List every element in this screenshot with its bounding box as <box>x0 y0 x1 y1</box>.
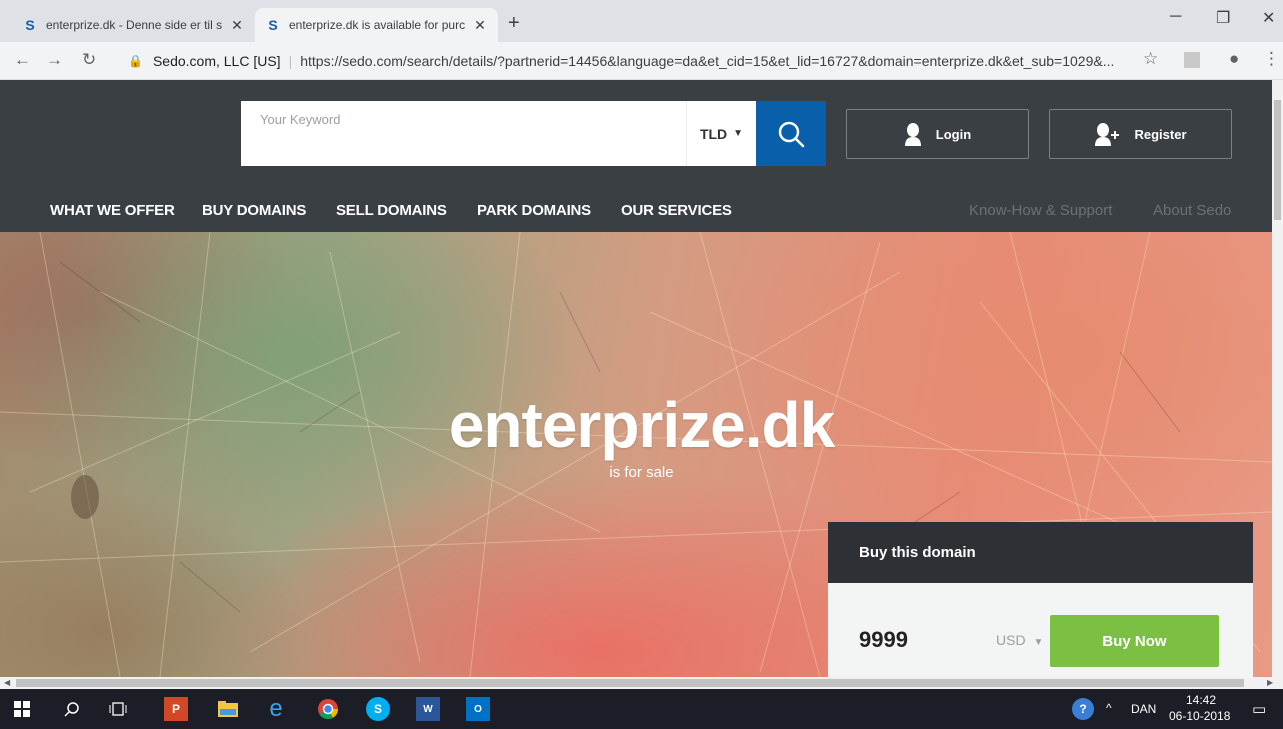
chrome-icon[interactable] <box>316 697 340 721</box>
sedo-favicon-icon: S <box>25 17 35 33</box>
scroll-left-icon[interactable]: ◀ <box>4 678 10 687</box>
tab-title: enterprize.dk - Denne side er til s <box>46 18 223 32</box>
buy-domain-panel: Buy this domain 9999 USD ▼ Buy Now <box>828 522 1253 677</box>
skype-icon[interactable]: S <box>366 697 390 721</box>
nav-park-domains[interactable]: PARK DOMAINS <box>477 202 591 219</box>
caret-down-icon: ▼ <box>1033 637 1044 648</box>
scroll-right-icon[interactable]: ▶ <box>1267 678 1273 687</box>
register-label: Register <box>1134 126 1187 142</box>
powerpoint-icon[interactable]: P <box>164 697 188 721</box>
profile-icon[interactable]: ● <box>1229 49 1239 69</box>
windows-start-icon[interactable] <box>10 697 34 721</box>
back-icon[interactable]: ← <box>14 50 31 70</box>
menu-icon[interactable]: ⋮ <box>1263 49 1280 69</box>
currency-select[interactable]: USD ▼ <box>996 632 1043 648</box>
new-tab-button[interactable]: + <box>508 12 520 35</box>
word-icon[interactable]: W <box>416 697 440 721</box>
outlook-icon[interactable]: O <box>466 697 490 721</box>
nav-sell-domains[interactable]: SELL DOMAINS <box>336 202 447 219</box>
address-bar[interactable]: 🔒 Sedo.com, LLC [US] | https://sedo.com/… <box>118 47 1138 75</box>
caret-down-icon: ▼ <box>733 128 744 139</box>
lock-icon: 🔒 <box>128 54 143 68</box>
tab-title: enterprize.dk is available for purc <box>289 18 466 32</box>
bookmark-star-icon[interactable]: ☆ <box>1143 49 1158 69</box>
extension-icon[interactable] <box>1184 52 1200 68</box>
keyword-search-input[interactable]: Your Keyword <box>241 101 686 166</box>
buy-now-button[interactable]: Buy Now <box>1050 615 1219 667</box>
chevron-up-icon[interactable]: ^ <box>1106 701 1112 715</box>
forward-icon[interactable]: → <box>46 50 63 70</box>
user-icon <box>904 123 921 146</box>
file-explorer-icon[interactable] <box>216 697 240 721</box>
clock-date[interactable]: 06-10-2018 <box>1169 709 1230 723</box>
currency-label: USD <box>996 632 1026 648</box>
windows-taskbar: P e S W O ? ^ DAN 14:42 06-10-2018 ▭ <box>0 689 1283 729</box>
register-button[interactable]: Register <box>1049 109 1232 159</box>
close-tab-icon[interactable]: ✕ <box>472 17 488 34</box>
address-separator: | <box>288 53 293 69</box>
internet-explorer-icon[interactable]: e <box>264 695 288 722</box>
url-text: https://sedo.com/search/details/?partner… <box>300 53 1115 69</box>
vertical-scrollbar[interactable] <box>1272 80 1283 677</box>
search-icon <box>778 121 805 147</box>
task-view-icon[interactable] <box>106 697 130 721</box>
add-user-icon <box>1095 123 1120 146</box>
nav-our-services[interactable]: OUR SERVICES <box>621 202 732 219</box>
buy-panel-body: 9999 USD ▼ Buy Now <box>828 583 1253 677</box>
nav-know-how-support[interactable]: Know-How & Support <box>969 202 1112 219</box>
help-tray-icon[interactable]: ? <box>1072 698 1094 720</box>
buy-panel-heading: Buy this domain <box>828 522 1253 583</box>
restore-icon[interactable]: ❐ <box>1216 8 1230 28</box>
hero-subtitle: is for sale <box>609 464 674 481</box>
nav-about-sedo[interactable]: About Sedo <box>1153 202 1231 219</box>
horizontal-scrollbar[interactable]: ◀ ▶ <box>0 677 1283 689</box>
window-close-icon[interactable]: ✕ <box>1262 8 1275 28</box>
site-header: Your Keyword TLD ▼ Login Register WHAT W… <box>0 80 1272 232</box>
browser-tab-1[interactable]: S enterprize.dk - Denne side er til s ✕ <box>12 8 255 42</box>
page-viewport: Your Keyword TLD ▼ Login Register WHAT W… <box>0 80 1272 677</box>
tld-dropdown[interactable]: TLD ▼ <box>686 101 756 166</box>
site-identity: Sedo.com, LLC [US] <box>152 53 281 69</box>
language-indicator[interactable]: DAN <box>1131 702 1156 716</box>
sedo-favicon-icon: S <box>268 17 278 33</box>
scrollbar-thumb[interactable] <box>16 679 1244 687</box>
browser-toolbar: ← → ↻ 🔒 Sedo.com, LLC [US] | https://sed… <box>0 42 1283 80</box>
tld-label: TLD <box>699 125 728 142</box>
notifications-icon[interactable]: ▭ <box>1252 700 1266 718</box>
reload-icon[interactable]: ↻ <box>82 50 96 70</box>
login-label: Login <box>935 126 972 142</box>
price-value: 9999 <box>859 627 908 652</box>
browser-tab-2[interactable]: S enterprize.dk is available for purc ✕ <box>255 8 498 42</box>
login-button[interactable]: Login <box>846 109 1029 159</box>
hero-domain-name: enterprize.dk <box>448 389 835 461</box>
clock-time[interactable]: 14:42 <box>1186 693 1216 707</box>
search-placeholder: Your Keyword <box>260 112 341 127</box>
scrollbar-thumb[interactable] <box>1274 100 1281 220</box>
close-tab-icon[interactable]: ✕ <box>229 17 245 34</box>
nav-what-we-offer[interactable]: WHAT WE OFFER <box>50 202 175 219</box>
browser-tab-strip: S enterprize.dk - Denne side er til s ✕ … <box>0 0 1283 42</box>
nav-buy-domains[interactable]: BUY DOMAINS <box>202 202 306 219</box>
search-icon[interactable] <box>60 697 84 721</box>
minimize-icon[interactable]: ─ <box>1170 8 1181 26</box>
search-button[interactable] <box>756 101 826 166</box>
